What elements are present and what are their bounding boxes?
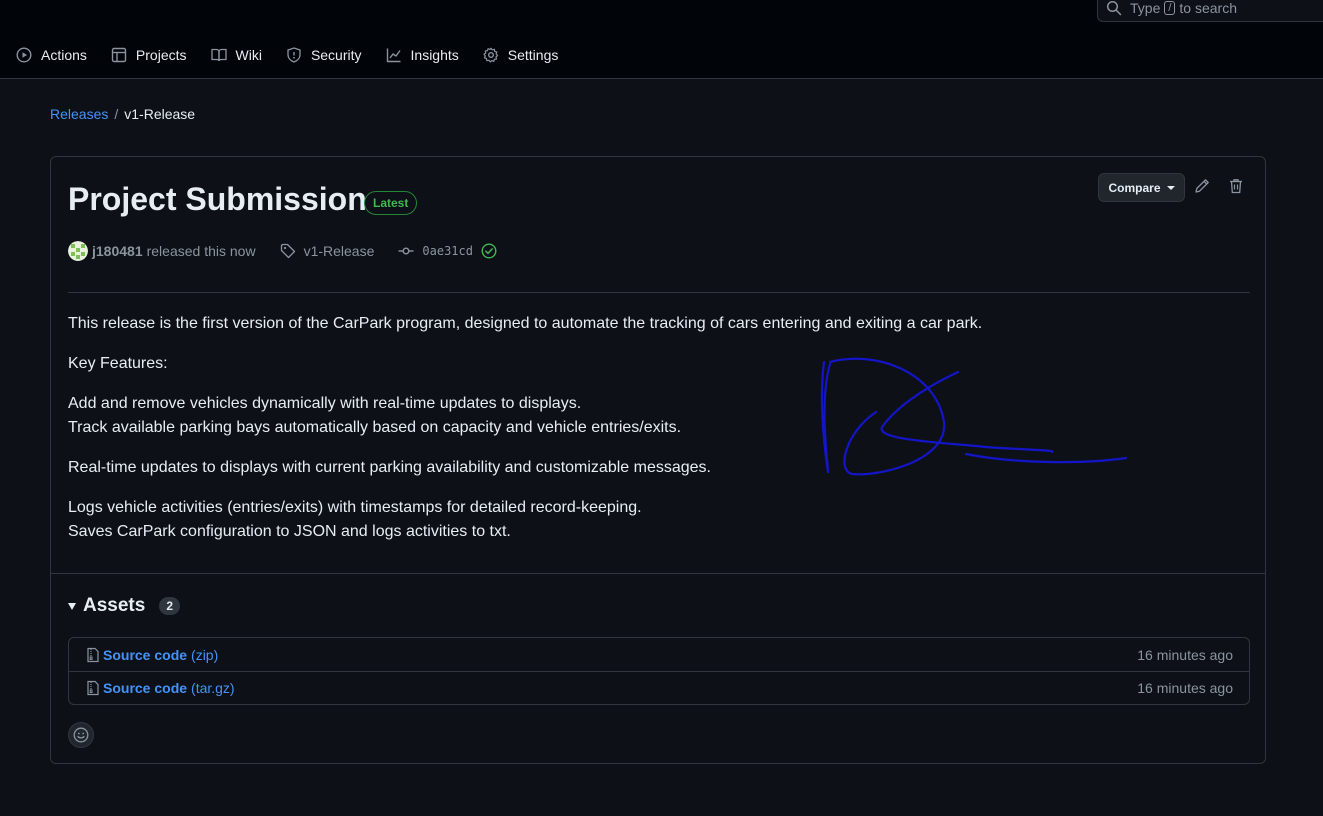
graph-icon [386,48,401,63]
tab-projects[interactable]: Projects [111,42,187,68]
feature-item: Saves CarPark configuration to JSON and … [68,523,511,540]
search-suffix: to search [1179,0,1238,16]
asset-time: 16 minutes ago [1137,680,1233,696]
tag-label: v1-Release [303,243,375,259]
breadcrumb: Releases / v1-Release [50,106,195,122]
feature-item: Logs vehicle activities (entries/exits) … [68,499,642,516]
tab-projects-label: Projects [135,47,187,63]
search-prefix: Type [1130,0,1161,16]
avatar[interactable] [68,241,88,261]
asset-time: 16 minutes ago [1137,646,1233,663]
table-icon [111,47,127,63]
asset-row: Source code (zip) 16 minutes ago [69,638,1249,671]
breadcrumb-separator: / [114,106,119,122]
tag-link[interactable]: v1-Release [280,243,375,259]
asset-name: Source code [103,646,188,663]
add-reaction-button[interactable] [68,722,94,748]
search-icon [1106,0,1122,16]
asset-link-targz[interactable]: Source code (tar.gz) [103,680,235,696]
assets-toggle[interactable]: Assets 2 [68,595,181,617]
feature-group-2: Logs vehicle activities (entries/exits) … [68,496,1218,544]
book-icon [210,48,227,62]
breadcrumb-current: v1-Release [124,106,196,122]
chevron-down-icon [1166,185,1175,190]
tab-insights[interactable]: Insights [386,42,459,68]
assets-divider [51,573,1265,574]
tag-icon [280,243,295,259]
author-link[interactable]: j180481 [92,243,143,259]
repo-header: Type / to search Actions Projects Wiki S… [0,0,1323,79]
tab-wiki-label: Wiki [235,47,262,63]
tab-security[interactable]: Security [286,42,362,68]
release-title: Project Submission [68,181,367,217]
latest-badge: Latest [364,191,418,215]
check-circle-icon[interactable] [481,243,497,259]
search-shortcut-key: / [1164,1,1176,15]
tab-actions[interactable]: Actions [16,42,87,68]
asset-name: Source code [103,680,188,696]
trash-icon[interactable] [1228,178,1244,194]
asset-ext: (zip) [191,646,219,663]
assets-list: Source code (zip) 16 minutes ago Source c… [68,637,1250,705]
release-divider [68,292,1250,293]
released-text: released this now [146,243,256,259]
tab-actions-label: Actions [41,47,87,63]
assets-count-badge: 2 [159,597,181,615]
release-card: Project Submission Latest Compare j18048… [50,156,1266,764]
smiley-icon [73,727,89,743]
tab-settings[interactable]: Settings [483,42,559,68]
tab-settings-label: Settings [507,47,559,63]
pencil-icon[interactable] [1194,178,1210,194]
tab-security-label: Security [310,47,362,63]
gear-icon [483,47,498,63]
asset-ext: (tar.gz) [191,680,235,696]
release-meta: j180481 released this now v1-Release 0ae… [68,240,505,262]
commit-sha: 0ae31cd [422,244,473,258]
feature-item: Add and remove vehicles dynamically with… [68,395,582,412]
commit-link[interactable]: 0ae31cd [398,243,505,259]
handwritten-signature [820,357,1128,476]
asset-row: Source code (tar.gz) 16 minutes ago [69,671,1249,704]
release-intro: This release is the first version of the… [68,315,983,332]
repo-nav: Actions Projects Wiki Security Insights … [16,42,582,68]
triangle-down-icon [68,602,76,610]
commit-icon [398,247,414,255]
tab-wiki[interactable]: Wiki [210,42,262,68]
shield-icon [287,47,301,63]
file-zip-icon [87,647,99,662]
breadcrumb-releases-link[interactable]: Releases [50,106,108,122]
play-icon [16,47,32,63]
search-input[interactable]: Type / to search [1097,0,1323,22]
file-zip-icon [87,680,99,696]
assets-title: Assets [83,595,146,616]
asset-link-zip[interactable]: Source code (zip) [103,647,218,663]
compare-label: Compare [1108,180,1161,195]
compare-button[interactable]: Compare [1098,173,1185,202]
feature-item: Track available parking bays automatical… [68,419,682,436]
tab-insights-label: Insights [410,47,459,63]
